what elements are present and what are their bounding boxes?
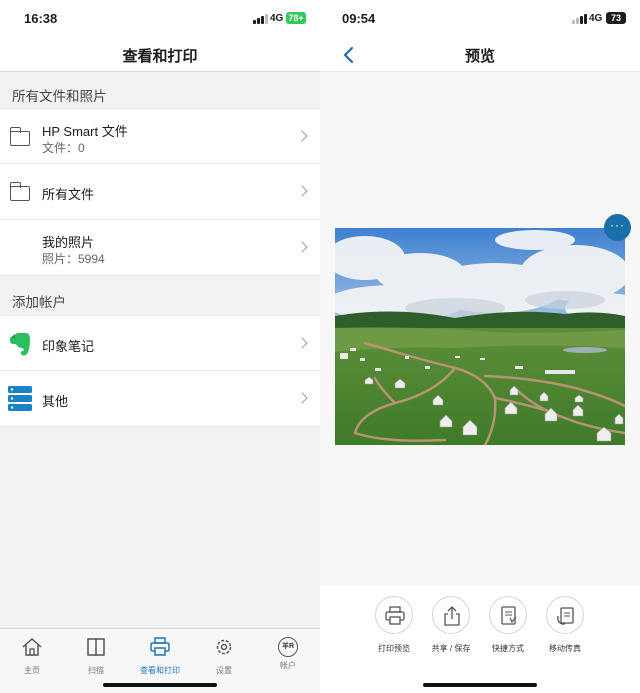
shortcuts-button[interactable]: 快捷方式 [476, 596, 540, 654]
account-avatar-icon: 羊R [278, 637, 298, 657]
signal-icon [253, 14, 268, 24]
row-other-account[interactable]: 其他 [0, 371, 320, 427]
row-title: 印象笔记 [42, 339, 95, 354]
chevron-right-icon [296, 337, 308, 349]
chevron-right-icon [296, 241, 308, 253]
status-time: 09:54 [342, 11, 376, 26]
printer-icon [150, 637, 170, 656]
battery-icon: 73 [606, 12, 626, 24]
tab-bar: 主页 扫描 查看和打印 设置 羊R 帐户 [0, 628, 320, 693]
home-indicator [103, 683, 217, 687]
page-title: 查看和打印 [122, 48, 198, 65]
gear-icon [216, 639, 232, 655]
more-options-button[interactable]: ··· [604, 214, 631, 241]
share-save-button[interactable]: 共享 / 保存 [419, 596, 483, 654]
mobile-fax-button[interactable]: 移动传真 [533, 596, 597, 654]
folder-icon [9, 127, 30, 146]
tab-label: 设置 [216, 666, 232, 675]
row-all-files[interactable]: 所有文件 [0, 164, 320, 220]
status-bar: 09:54 4G 73 [320, 0, 640, 38]
scan-icon [87, 638, 105, 656]
tab-scan[interactable]: 扫描 [64, 637, 128, 676]
section-header-files: 所有文件和照片 [12, 89, 107, 104]
row-evernote[interactable]: 印象笔记 [0, 315, 320, 371]
battery-icon: 78+ [286, 12, 306, 24]
tab-settings[interactable]: 设置 [192, 637, 256, 676]
action-label: 共享 / 保存 [431, 644, 471, 653]
row-subtitle: 文件：0 [42, 141, 85, 155]
nav-bar: 预览 [320, 38, 640, 72]
grassland-camp-image [335, 228, 625, 445]
chevron-right-icon [296, 392, 308, 404]
server-icon [8, 386, 32, 411]
network-type: 4G [589, 13, 603, 24]
row-title: 我的照片 [42, 235, 95, 250]
fax-icon [557, 607, 574, 625]
row-title: HP Smart 文件 [42, 124, 128, 139]
home-indicator [423, 683, 537, 687]
shortcut-doc-icon [501, 606, 517, 625]
nav-bar: 查看和打印 [0, 38, 320, 72]
row-subtitle: 照片：5994 [42, 252, 105, 266]
tab-label: 查看和打印 [140, 666, 180, 675]
action-label: 打印预览 [378, 644, 410, 653]
tab-home[interactable]: 主页 [0, 637, 64, 676]
tab-account[interactable]: 羊R 帐户 [256, 637, 320, 671]
chevron-right-icon [296, 130, 308, 142]
preview-photo[interactable] [335, 228, 625, 445]
action-bar: 打印预览 共享 / 保存 快捷方式 移动传真 [320, 586, 640, 693]
chevron-right-icon [296, 185, 308, 197]
preview-screen: 09:54 4G 73 预览 ··· 打印预览 共享 / 保存 快捷方式 移动传… [320, 0, 640, 693]
action-label: 移动传真 [549, 644, 581, 653]
tab-label: 扫描 [88, 666, 104, 675]
view-print-screen: 16:38 4G 78+ 查看和打印 所有文件和照片 HP Smart 文件 文… [0, 0, 320, 693]
tab-label: 主页 [24, 666, 40, 675]
network-type: 4G [270, 13, 284, 24]
tab-label: 帐户 [280, 661, 296, 670]
page-title: 预览 [464, 48, 495, 65]
row-hp-smart-files[interactable]: HP Smart 文件 文件：0 [0, 108, 320, 164]
printer-icon [385, 606, 405, 625]
share-icon [444, 606, 460, 626]
signal-icon [572, 14, 587, 24]
action-label: 快捷方式 [492, 644, 524, 653]
folder-icon [9, 182, 30, 201]
status-time: 16:38 [24, 11, 58, 26]
row-title: 所有文件 [42, 187, 95, 202]
row-my-photos[interactable]: 我的照片 照片：5994 [0, 220, 320, 276]
tab-view-print[interactable]: 查看和打印 [128, 637, 192, 676]
status-bar: 16:38 4G 78+ [0, 0, 320, 38]
home-icon [22, 637, 42, 656]
section-header-accounts: 添加帐户 [12, 295, 66, 310]
print-preview-button[interactable]: 打印预览 [362, 596, 426, 654]
row-title: 其他 [42, 394, 69, 409]
evernote-icon [10, 333, 30, 356]
